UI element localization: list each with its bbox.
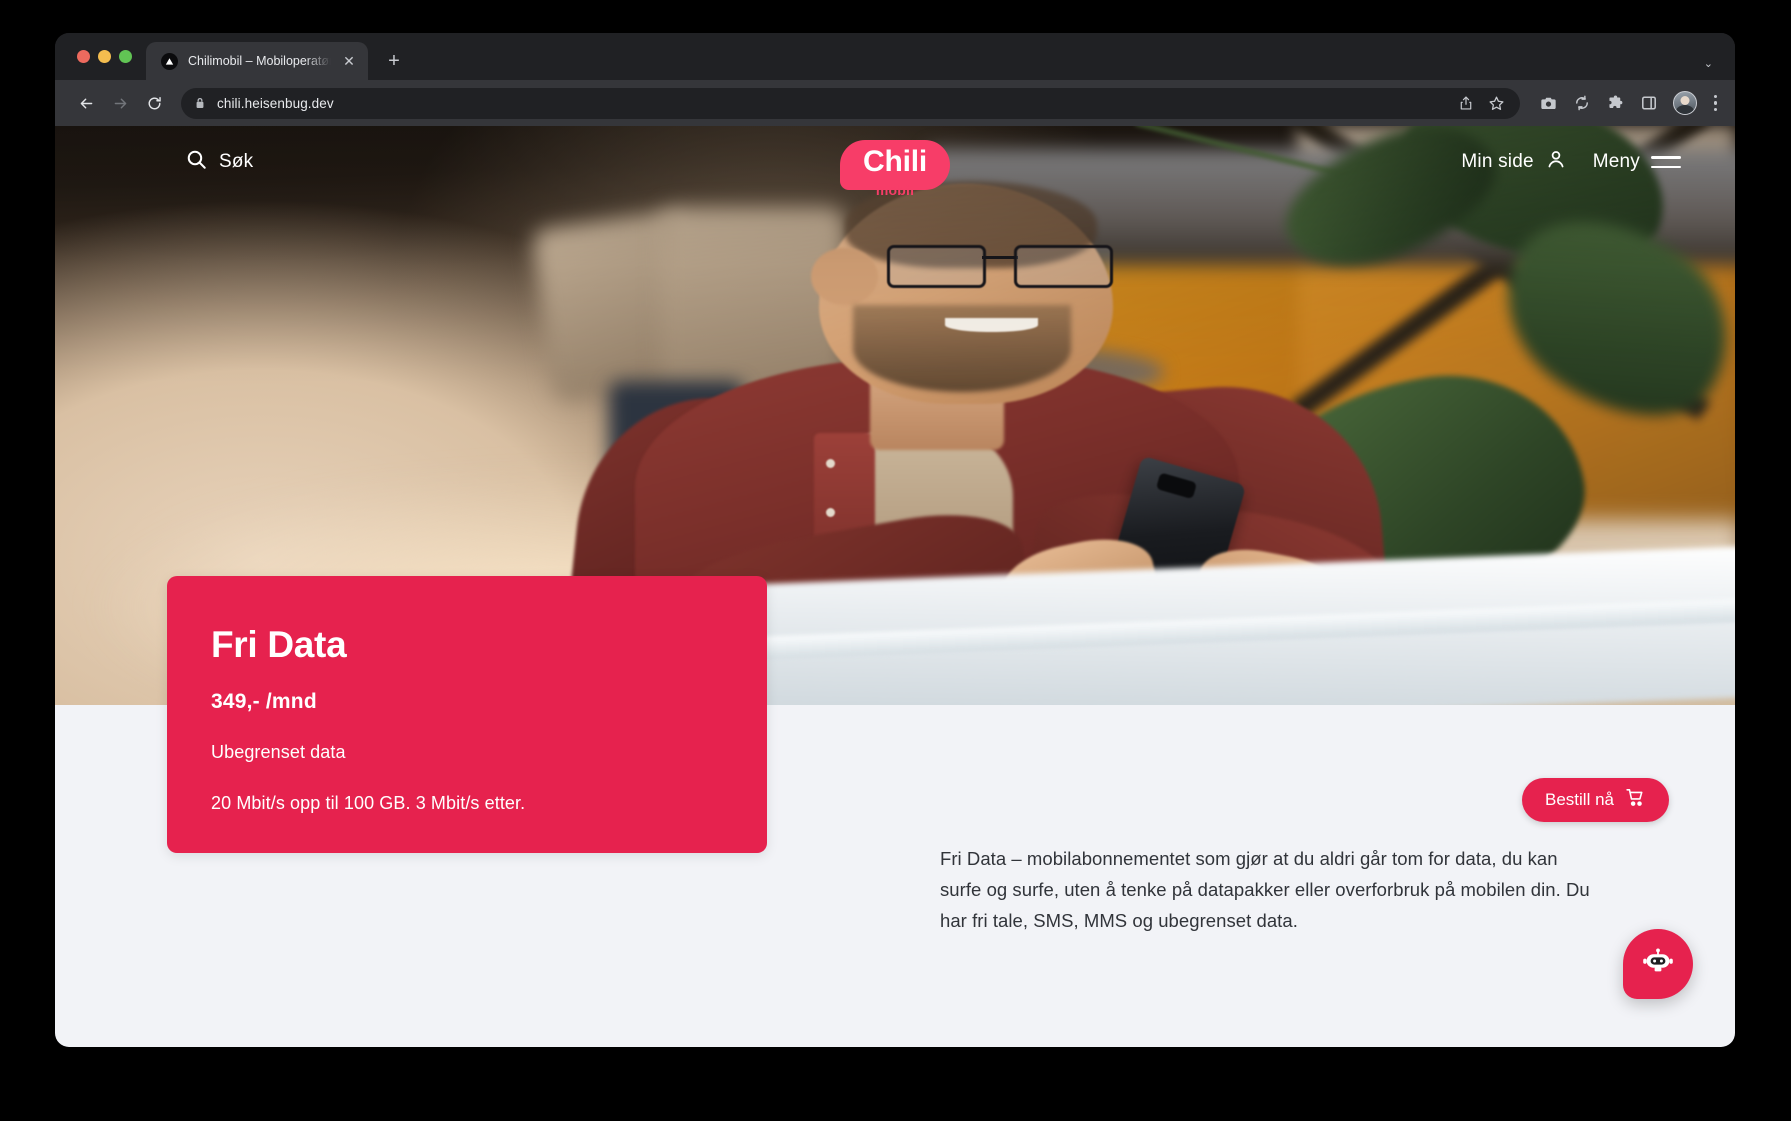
my-page-link[interactable]: Min side	[1461, 148, 1566, 176]
shopping-cart-icon	[1625, 787, 1646, 813]
browser-tab-strip: Chilimobil – Mobiloperatøren so ✕ + ⌄	[55, 33, 1735, 80]
search-label: Søk	[219, 151, 254, 172]
profile-avatar[interactable]	[1672, 91, 1697, 115]
address-bar-url: chili.heisenbug.dev	[217, 95, 334, 111]
menu-button[interactable]: Meny	[1593, 151, 1681, 173]
order-now-label: Bestill nå	[1545, 790, 1614, 809]
brand-name: Chili	[863, 145, 927, 178]
browser-tab[interactable]: Chilimobil – Mobiloperatøren so ✕	[146, 42, 368, 80]
camera-icon[interactable]	[1539, 94, 1558, 113]
chat-robot-icon[interactable]	[1623, 929, 1693, 999]
hamburger-menu-icon	[1651, 155, 1681, 169]
window-traffic-lights	[55, 33, 146, 80]
forward-arrow-icon[interactable]	[105, 88, 136, 119]
browser-toolbar: chili.heisenbug.dev	[55, 80, 1735, 126]
plan-price: 349,- /mnd	[211, 690, 317, 713]
page-viewport: Søk Min side Meny Chili mobil Fri Data 3…	[55, 126, 1735, 1047]
address-bar-actions	[1458, 95, 1507, 112]
close-tab-icon[interactable]: ✕	[341, 53, 357, 69]
plan-feature: Ubegrenset data	[211, 742, 346, 762]
menu-label: Meny	[1592, 151, 1640, 172]
minimize-window-button[interactable]	[98, 50, 111, 63]
address-bar[interactable]: chili.heisenbug.dev	[181, 87, 1520, 119]
person-icon	[1545, 148, 1567, 176]
search-button[interactable]: Søk	[185, 148, 253, 176]
plan-description: Fri Data – mobilabonnementet som gjør at…	[940, 848, 1590, 931]
brand-subtitle: mobil	[875, 182, 915, 198]
browser-window: Chilimobil – Mobiloperatøren so ✕ + ⌄ ch…	[55, 33, 1735, 1047]
order-now-button[interactable]: Bestill nå	[1522, 778, 1669, 822]
close-window-button[interactable]	[77, 50, 90, 63]
triangle-favicon-icon	[161, 52, 178, 70]
my-page-label: Min side	[1461, 151, 1534, 172]
reload-icon[interactable]	[139, 88, 170, 119]
star-icon[interactable]	[1488, 95, 1505, 112]
site-header-nav: Min side Meny	[1461, 148, 1681, 176]
maximize-window-button[interactable]	[119, 50, 132, 63]
back-arrow-icon[interactable]	[71, 88, 102, 119]
three-dot-menu-icon[interactable]	[1712, 95, 1719, 111]
new-tab-button[interactable]: +	[379, 46, 409, 76]
extensions-puzzle-icon[interactable]	[1606, 94, 1625, 113]
side-panel-icon[interactable]	[1640, 94, 1658, 112]
chili-mobil-logo[interactable]: Chili mobil	[840, 140, 950, 198]
tab-title: Chilimobil – Mobiloperatøren so	[188, 54, 331, 68]
sync-icon[interactable]	[1573, 94, 1591, 112]
share-icon[interactable]	[1458, 95, 1474, 111]
chevron-down-icon[interactable]: ⌄	[1704, 57, 1713, 70]
search-icon	[185, 148, 208, 176]
browser-toolbar-actions	[1529, 91, 1719, 115]
plan-title: Fri Data	[211, 624, 347, 665]
plan-card: Fri Data 349,- /mnd Ubegrenset data 20 M…	[167, 576, 767, 853]
lock-icon	[194, 97, 206, 109]
plan-speed-detail: 20 Mbit/s opp til 100 GB. 3 Mbit/s etter…	[211, 793, 526, 813]
